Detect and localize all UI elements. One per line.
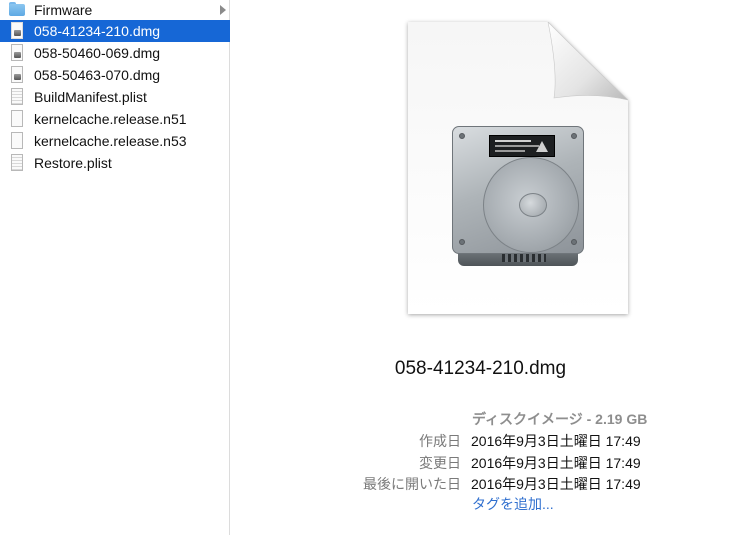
file-row-firmware[interactable]: Firmware [0, 0, 230, 21]
dmg-file-icon [8, 66, 26, 84]
dmg-file-icon [8, 22, 26, 40]
folder-icon [8, 1, 26, 19]
disclosure-arrow-icon[interactable] [220, 5, 226, 15]
last-opened-date-row: 最後に開いた日 2016年9月3日土曜日 17:49 [231, 474, 730, 494]
created-value: 2016年9月3日土曜日 17:49 [471, 433, 641, 449]
modified-date-row: 変更日 2016年9月3日土曜日 17:49 [231, 453, 730, 473]
add-tags-link[interactable]: タグを追加... [472, 494, 554, 514]
disk-body [452, 126, 584, 254]
created-date-row: 作成日 2016年9月3日土曜日 17:49 [231, 431, 730, 451]
disk-label [489, 135, 555, 157]
file-row-058-50463-070-dmg[interactable]: 058-50463-070.dmg [0, 64, 230, 86]
plist-file-icon [8, 88, 26, 106]
file-row-kernelcache-n51[interactable]: kernelcache.release.n51 [0, 108, 230, 130]
hard-disk-image-icon [452, 126, 584, 268]
modified-value: 2016年9月3日土曜日 17:49 [471, 455, 641, 471]
file-name: kernelcache.release.n51 [34, 111, 187, 127]
modified-label: 変更日 [419, 455, 461, 471]
file-name: BuildManifest.plist [34, 89, 147, 105]
preview-pane: 058-41234-210.dmg ディスクイメージ - 2.19 GB 作成日… [231, 0, 730, 535]
disk-hub [519, 193, 547, 217]
last-opened-value: 2016年9月3日土曜日 17:49 [471, 476, 641, 492]
disk-screw [459, 133, 465, 139]
disk-screw [459, 239, 465, 245]
file-name: Restore.plist [34, 155, 112, 171]
kind-and-size: ディスクイメージ - 2.19 GB [472, 411, 648, 427]
file-name: 058-50463-070.dmg [34, 67, 161, 83]
document-icon [8, 132, 26, 150]
disk-screw [571, 239, 577, 245]
created-label: 作成日 [419, 433, 461, 449]
last-opened-label: 最後に開いた日 [363, 476, 461, 492]
file-row-restore-plist[interactable]: Restore.plist [0, 152, 230, 174]
file-row-058-41234-210-dmg[interactable]: 058-41234-210.dmg [0, 20, 230, 42]
file-row-buildmanifest-plist[interactable]: BuildManifest.plist [0, 86, 230, 108]
preview-filename: 058-41234-210.dmg [394, 358, 567, 379]
disk-screw [571, 133, 577, 139]
file-row-058-50460-069-dmg[interactable]: 058-50460-069.dmg [0, 42, 230, 64]
plist-file-icon [8, 154, 26, 172]
file-preview-thumbnail [408, 21, 630, 314]
file-list-column[interactable]: Firmware 058-41234-210.dmg 058-50460-069… [0, 0, 230, 535]
file-name: Firmware [34, 2, 93, 18]
file-name: 058-41234-210.dmg [34, 23, 161, 39]
file-row-kernelcache-n53[interactable]: kernelcache.release.n53 [0, 130, 230, 152]
dmg-file-icon [8, 44, 26, 62]
file-name: 058-50460-069.dmg [34, 45, 161, 61]
document-icon [8, 110, 26, 128]
file-name: kernelcache.release.n53 [34, 133, 187, 149]
